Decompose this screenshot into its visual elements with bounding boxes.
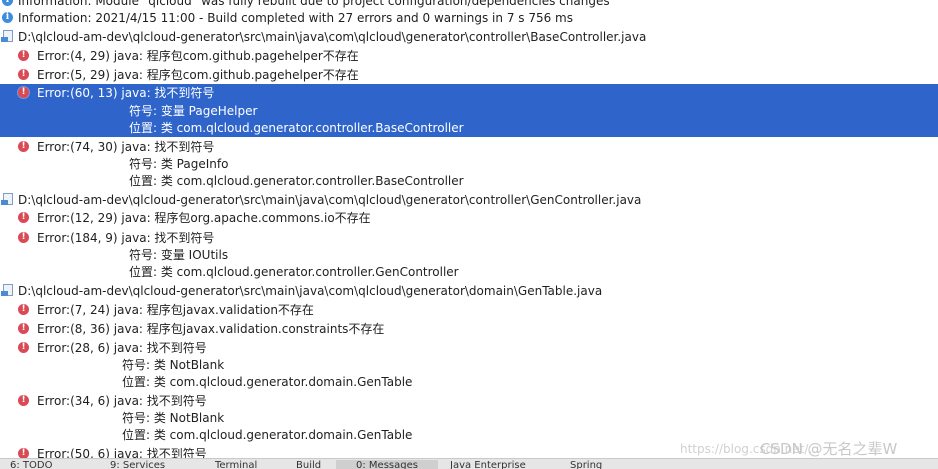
error-row-selected[interactable]: Error:(60, 13) java: 找不到符号 符号: 变量 PageHe… — [0, 83, 938, 137]
java-file-icon — [1, 193, 13, 206]
error-icon — [18, 391, 29, 409]
error-text: Error:(60, 13) java: 找不到符号 — [37, 86, 215, 100]
error-row[interactable]: Error:(184, 9) java: 找不到符号 符号: 变量 IOUtil… — [0, 228, 938, 282]
error-symbol: 符号: 类 PageInfo — [129, 157, 229, 171]
error-icon — [18, 338, 29, 356]
file-row-basecontroller[interactable]: D:\qlcloud-am-dev\qlcloud-generator\src\… — [0, 28, 938, 46]
error-icon — [18, 65, 29, 83]
error-text: Error:(184, 9) java: 找不到符号 — [37, 231, 215, 245]
file-path: D:\qlcloud-am-dev\qlcloud-generator\src\… — [18, 284, 603, 298]
error-location: 位置: 类 com.qlcloud.generator.controller.G… — [129, 265, 459, 279]
error-icon — [18, 137, 29, 155]
file-path: D:\qlcloud-am-dev\qlcloud-generator\src\… — [18, 193, 642, 207]
error-location: 位置: 类 com.qlcloud.generator.controller.B… — [129, 174, 464, 188]
error-text: Error:(7, 24) java: 程序包javax.validation不… — [37, 303, 314, 317]
error-symbol: 符号: 类 NotBlank — [122, 411, 225, 425]
info-icon — [2, 0, 13, 9]
error-location: 位置: 类 com.qlcloud.generator.controller.B… — [129, 121, 464, 135]
error-text: Error:(28, 6) java: 找不到符号 — [37, 341, 207, 355]
error-symbol: 符号: 变量 IOUtils — [129, 248, 229, 262]
error-location: 位置: 类 com.qlcloud.generator.domain.GenTa… — [122, 428, 413, 442]
error-icon — [18, 319, 29, 337]
error-text: Error:(8, 36) java: 程序包javax.validation.… — [37, 322, 385, 336]
error-text: Error:(12, 29) java: 程序包org.apache.commo… — [37, 211, 371, 225]
file-path: D:\qlcloud-am-dev\qlcloud-generator\src\… — [18, 30, 647, 44]
error-icon — [18, 83, 29, 101]
java-file-icon — [1, 30, 13, 43]
error-location: 位置: 类 com.qlcloud.generator.domain.GenTa… — [122, 375, 413, 389]
error-row[interactable]: Error:(5, 29) java: 程序包com.github.pagehe… — [0, 65, 938, 84]
info-icon — [2, 8, 13, 26]
error-text: Error:(74, 30) java: 找不到符号 — [37, 140, 215, 154]
tool-window-bar: 6: TODO 9: Services Terminal Build 0: Me… — [0, 458, 938, 469]
error-symbol: 符号: 变量 PageHelper — [129, 104, 258, 118]
error-row[interactable]: Error:(74, 30) java: 找不到符号 符号: 类 PageInf… — [0, 137, 938, 191]
error-symbol: 符号: 类 NotBlank — [122, 358, 225, 372]
error-row[interactable]: Error:(8, 36) java: 程序包javax.validation.… — [0, 319, 938, 338]
error-icon — [18, 228, 29, 246]
error-text: Error:(34, 6) java: 找不到符号 — [37, 394, 207, 408]
error-row[interactable]: Error:(28, 6) java: 找不到符号 符号: 类 NotBlank… — [0, 338, 938, 392]
error-row[interactable]: Error:(4, 29) java: 程序包com.github.pagehe… — [0, 46, 938, 65]
error-icon — [18, 300, 29, 318]
build-summary-row[interactable]: Information: 2021/4/15 11:00 - Build com… — [0, 8, 938, 27]
file-row-gentable[interactable]: D:\qlcloud-am-dev\qlcloud-generator\src\… — [0, 282, 938, 300]
build-summary-text: Information: 2021/4/15 11:00 - Build com… — [18, 11, 573, 25]
error-text: Error:(5, 29) java: 程序包com.github.pagehe… — [37, 68, 359, 82]
java-file-icon — [1, 284, 13, 297]
error-icon — [18, 46, 29, 64]
error-row[interactable]: Error:(12, 29) java: 程序包org.apache.commo… — [0, 208, 938, 227]
error-text: Error:(4, 29) java: 程序包com.github.pagehe… — [37, 49, 359, 63]
file-row-gencontroller[interactable]: D:\qlcloud-am-dev\qlcloud-generator\src\… — [0, 191, 938, 209]
error-row[interactable]: Error:(7, 24) java: 程序包javax.validation不… — [0, 300, 938, 319]
watermark-text: CSDN @无名之辈W — [760, 440, 898, 458]
error-icon — [18, 208, 29, 226]
